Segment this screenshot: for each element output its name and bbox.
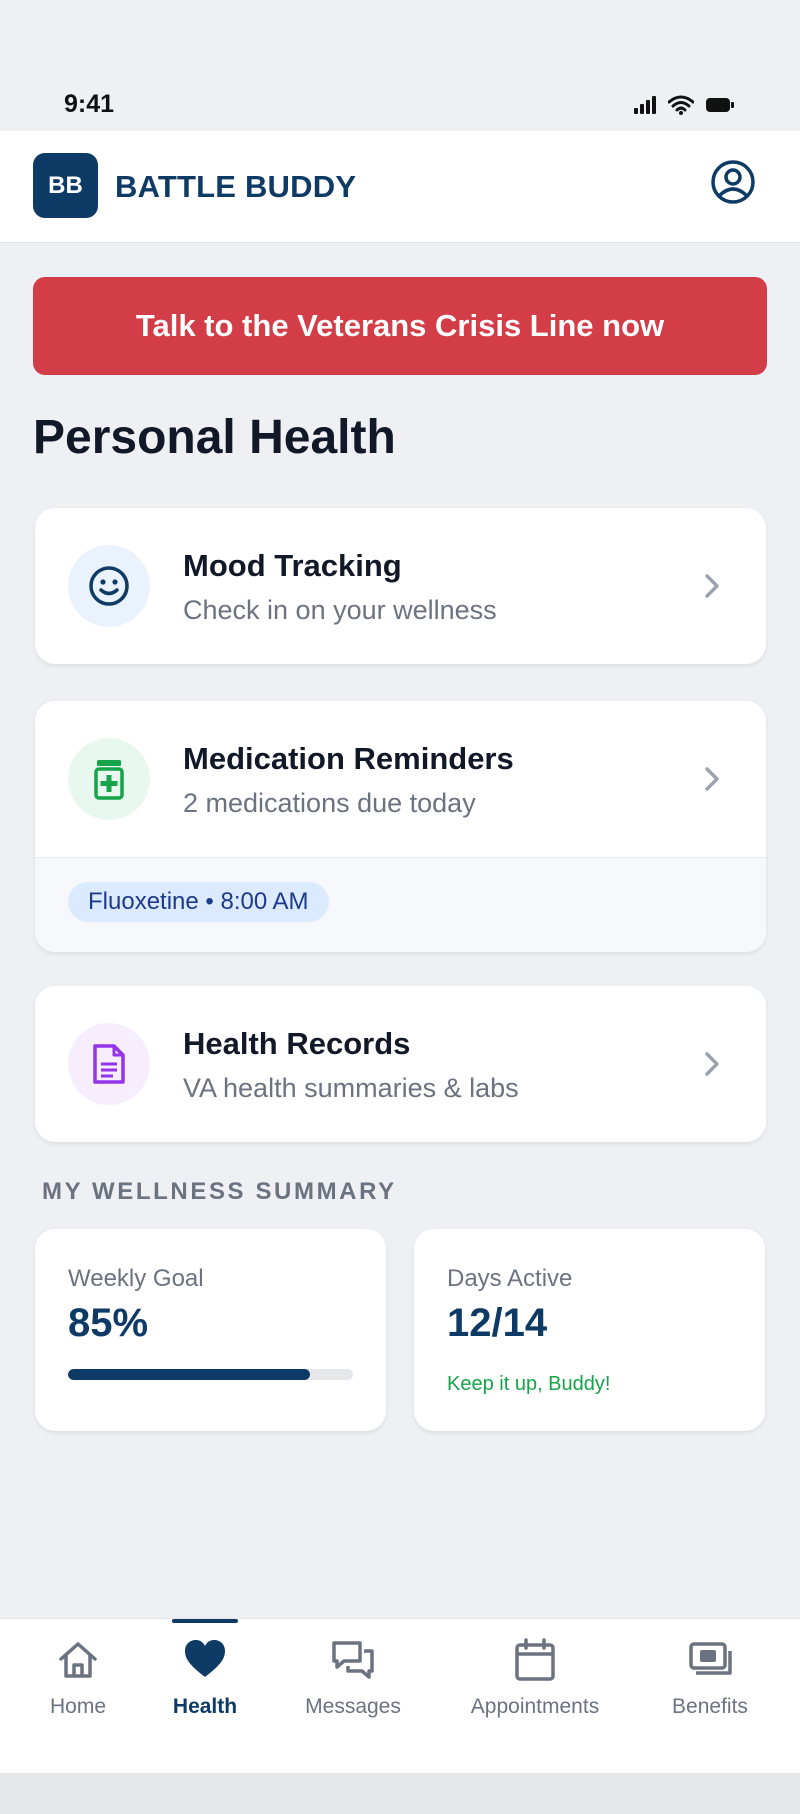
bottom-tab-bar: Home Health Messages Appointments Benefi…	[0, 1618, 800, 1774]
mood-card-subtitle: Check in on your wellness	[183, 595, 497, 625]
tab-benefits[interactable]: Benefits	[665, 1619, 755, 1774]
crisis-line-button[interactable]: Talk to the Veterans Crisis Line now	[33, 277, 767, 375]
pill-bottle-icon	[94, 760, 124, 800]
weekly-goal-label: Weekly Goal	[68, 1265, 204, 1292]
tab-health-label: Health	[172, 1695, 238, 1718]
days-active-label: Days Active	[447, 1265, 573, 1292]
mood-tracking-card[interactable]: Mood Tracking Check in on your wellness	[35, 508, 766, 664]
tab-health[interactable]: Health	[165, 1619, 245, 1774]
medication-card-title: Medication Reminders	[183, 741, 514, 776]
tab-messages-label: Messages	[305, 1695, 401, 1718]
tab-appointments-label: Appointments	[470, 1695, 600, 1718]
signal-icon	[634, 96, 656, 114]
mood-card-title: Mood Tracking	[183, 548, 402, 583]
profile-icon[interactable]	[710, 159, 756, 205]
tab-home-label: Home	[49, 1695, 107, 1718]
chevron-right-icon	[705, 1052, 719, 1076]
home-icon	[59, 1642, 97, 1678]
calendar-icon	[515, 1638, 555, 1681]
chevron-right-icon	[705, 767, 719, 791]
status-icons	[634, 95, 734, 115]
wellness-section-label: MY WELLNESS SUMMARY	[42, 1178, 397, 1205]
days-active-value: 12/14	[447, 1301, 548, 1345]
document-icon	[93, 1044, 125, 1084]
heart-icon	[185, 1640, 225, 1677]
medication-card-subtitle: 2 medications due today	[183, 788, 476, 818]
days-active-note: Keep it up, Buddy!	[447, 1373, 611, 1395]
medication-footer: Fluoxetine • 8:00 AM	[35, 857, 766, 952]
app-title: BATTLE BUDDY	[115, 169, 357, 204]
weekly-goal-card: Weekly Goal 85%	[35, 1229, 386, 1431]
records-card-title: Health Records	[183, 1026, 411, 1061]
weekly-goal-progress	[68, 1369, 353, 1380]
home-indicator-area	[0, 1773, 800, 1814]
records-card-subtitle: VA health summaries & labs	[183, 1073, 519, 1103]
weekly-goal-value: 85%	[68, 1301, 149, 1345]
medication-icon-badge	[68, 738, 150, 820]
status-bar: 9:41	[0, 0, 800, 131]
mood-icon-badge	[68, 545, 150, 627]
money-icon	[689, 1642, 732, 1675]
weekly-goal-progress-fill	[68, 1369, 311, 1380]
tab-messages[interactable]: Messages	[299, 1619, 407, 1774]
smile-icon	[89, 566, 129, 606]
records-icon-badge	[68, 1023, 150, 1105]
wifi-icon	[668, 95, 694, 115]
tab-home[interactable]: Home	[40, 1619, 116, 1774]
medication-reminder-pill[interactable]: Fluoxetine • 8:00 AM	[68, 882, 329, 922]
page-title: Personal Health	[33, 411, 396, 464]
days-active-card: Days Active 12/14 Keep it up, Buddy!	[414, 1229, 765, 1431]
medication-reminders-card[interactable]: Medication Reminders 2 medications due t…	[35, 701, 766, 952]
battery-icon	[706, 98, 734, 112]
chevron-right-icon	[705, 574, 719, 598]
health-records-card[interactable]: Health Records VA health summaries & lab…	[35, 986, 766, 1142]
app-header: BB BATTLE BUDDY	[0, 131, 800, 243]
tab-appointments[interactable]: Appointments	[465, 1619, 605, 1774]
app-logo: BB	[33, 153, 98, 218]
status-time: 9:41	[64, 90, 115, 118]
tab-benefits-label: Benefits	[672, 1695, 748, 1718]
messages-icon	[332, 1641, 374, 1679]
